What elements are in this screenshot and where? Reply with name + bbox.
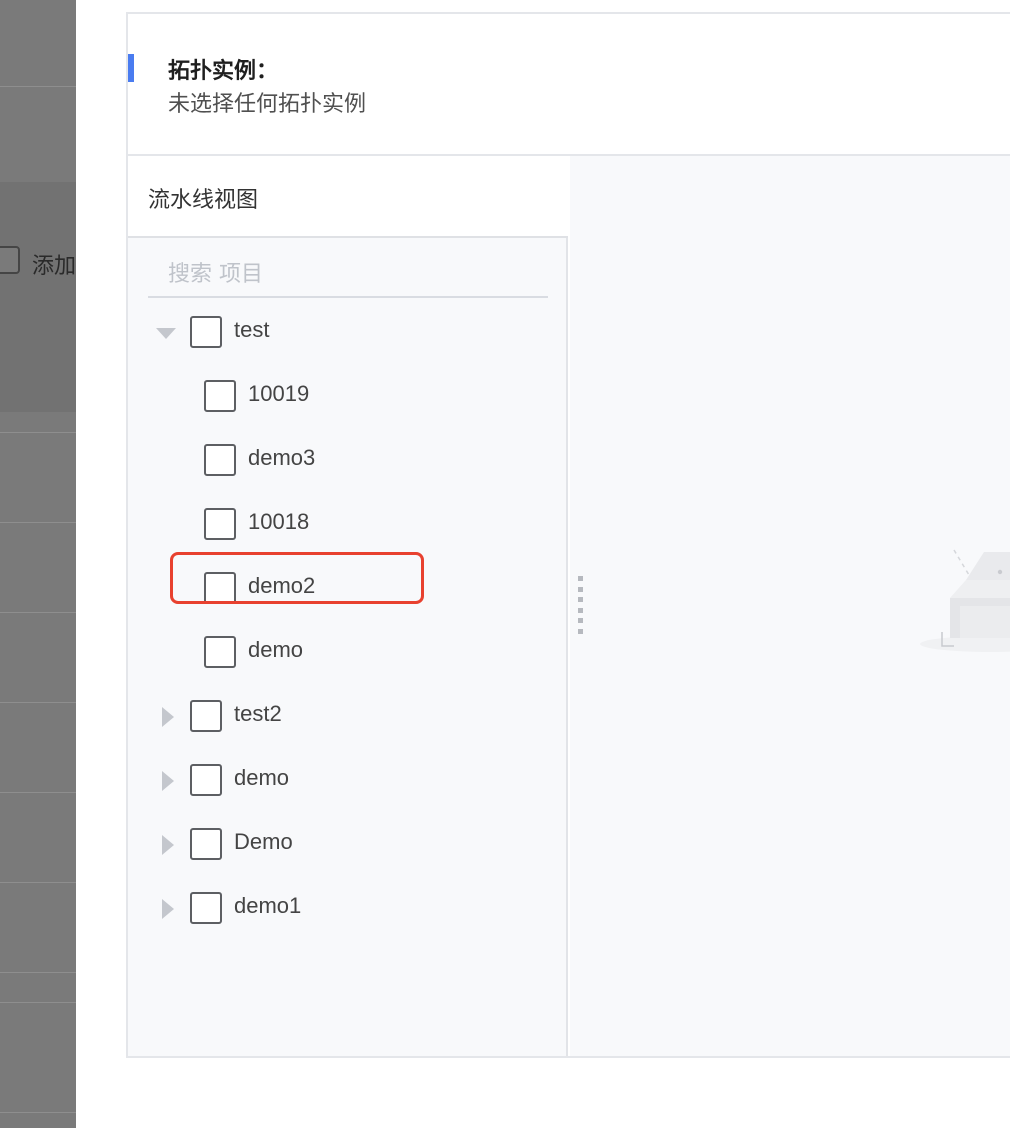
caret-down-icon[interactable] — [156, 328, 176, 339]
tree-checkbox[interactable] — [190, 764, 222, 796]
background-add-label: 添加 — [32, 254, 76, 279]
tree-node-label: Demo — [234, 829, 293, 854]
background-checkbox — [0, 246, 20, 274]
pipeline-view-title: 流水线视图 — [148, 188, 259, 213]
project-search-input[interactable] — [148, 252, 548, 298]
caret-right-icon[interactable] — [162, 835, 174, 855]
caret-right-icon[interactable] — [162, 771, 174, 791]
empty-box-icon — [920, 549, 1010, 652]
highlight-annotation-box — [170, 552, 424, 604]
background-divider — [0, 1002, 76, 1003]
background-divider — [0, 882, 76, 883]
header-accent-bar — [128, 54, 134, 82]
background-divider — [0, 432, 76, 433]
tree-node-label: 10019 — [248, 381, 310, 406]
background-page-overlay: 添加 — [0, 0, 76, 1128]
caret-right-icon[interactable] — [162, 899, 174, 919]
tree-node-label: demo — [248, 637, 304, 662]
topology-instance-title: 拓扑实例： — [168, 59, 279, 84]
tree-checkbox[interactable] — [190, 700, 222, 732]
tree-node-label: demo — [234, 765, 290, 790]
background-divider — [0, 612, 76, 613]
tree-node-label: test2 — [234, 701, 282, 726]
tree-node-label: demo1 — [234, 893, 302, 918]
tree-checkbox[interactable] — [190, 828, 222, 860]
tree-node-label: test — [234, 317, 270, 342]
pane-resize-handle[interactable] — [578, 576, 584, 634]
background-band — [0, 182, 76, 412]
tree-checkbox[interactable] — [190, 316, 222, 348]
tree-checkbox[interactable] — [204, 636, 236, 668]
caret-right-icon[interactable] — [162, 707, 174, 727]
topology-instance-empty-text: 未选择任何拓扑实例 — [168, 92, 367, 117]
background-divider — [0, 972, 76, 973]
tree-checkbox[interactable] — [204, 508, 236, 540]
background-divider — [0, 1112, 76, 1113]
background-divider — [0, 522, 76, 523]
tree-checkbox[interactable] — [204, 380, 236, 412]
tree-node-label: demo3 — [248, 445, 316, 470]
tree-checkbox[interactable] — [190, 892, 222, 924]
background-divider — [0, 792, 76, 793]
tree-node-label: 10018 — [248, 509, 310, 534]
background-divider — [0, 702, 76, 703]
background-divider — [0, 86, 76, 87]
tree-checkbox[interactable] — [204, 444, 236, 476]
pipeline-view-header: 流水线视图 — [128, 156, 568, 238]
